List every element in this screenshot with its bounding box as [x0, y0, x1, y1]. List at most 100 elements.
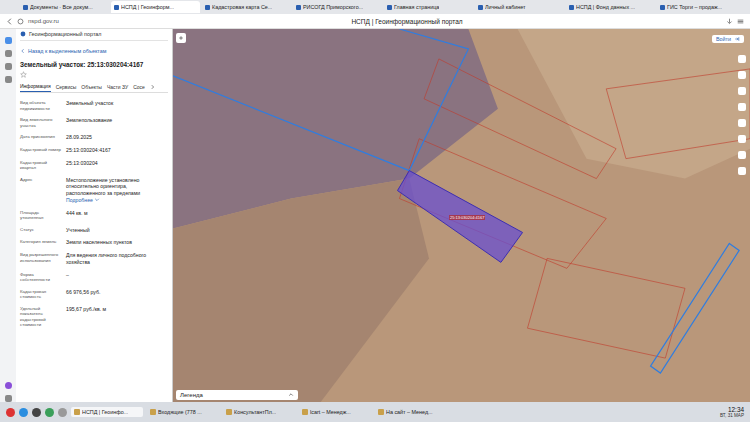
back-link[interactable]: Назад к выделенным объектам [20, 48, 168, 54]
field-value: 25:13:030204 [66, 160, 168, 171]
browser-tab[interactable]: Кадастровая карта Се... [202, 1, 291, 13]
browser-tab[interactable]: Личный кабинет [475, 1, 564, 13]
page-title: НСПД | Геоинформационный портал [92, 18, 722, 25]
parcel-label: 25:13:030204:4167 [449, 215, 485, 220]
taskbar-item[interactable]: lcart – Менедж... [299, 407, 371, 417]
field-row: Площадь уточненная444 кв. м [20, 210, 168, 221]
expand-panel-button[interactable] [176, 33, 186, 43]
panel-tab[interactable]: Информация [20, 81, 51, 92]
portal-logo-icon [20, 31, 26, 37]
field-value: – [66, 272, 168, 283]
favicon-icon [205, 5, 210, 10]
favicon-icon [23, 5, 28, 10]
collapse-icon [178, 35, 184, 41]
download-icon[interactable] [726, 18, 733, 25]
map-tool-icon[interactable] [738, 87, 746, 95]
more-link[interactable]: Подробнее [66, 197, 100, 204]
map-tool-icon[interactable] [738, 167, 746, 175]
window-icon [150, 409, 156, 415]
start-icon[interactable] [6, 408, 15, 417]
field-value: 444 кв. м [66, 210, 168, 221]
panel-tab[interactable]: Сервисы [56, 82, 77, 92]
url-field[interactable]: nspd.gov.ru [28, 18, 88, 24]
menu-icon[interactable] [737, 18, 744, 25]
taskbar-item[interactable]: КонсультантПл... [223, 407, 295, 417]
login-button[interactable]: Войти [712, 35, 744, 43]
map-controls [738, 55, 746, 175]
reload-icon[interactable] [17, 18, 24, 25]
field-value: Для ведения личного подсобного хозяйства [66, 252, 168, 266]
panel-tab[interactable]: Объекты [81, 82, 102, 92]
taskbar-item[interactable]: НСПД | Геоинфо... [71, 407, 143, 417]
alice-icon[interactable] [5, 37, 12, 44]
window-icon [226, 409, 232, 415]
browser-tab[interactable]: НСПД | Фонд данных ... [566, 1, 655, 13]
field-label: Статус [20, 227, 62, 234]
field-label: Кадастровый квартал [20, 160, 62, 171]
favicon-icon [387, 5, 392, 10]
field-row: Дата присвоения28.09.2025 [20, 134, 168, 141]
login-icon [734, 36, 740, 42]
apps-icon[interactable] [5, 76, 12, 83]
browser-tab[interactable]: Главная страница [384, 1, 473, 13]
chevron-right-icon[interactable] [150, 84, 156, 90]
field-row: Удельный показатель кадастровой стоимост… [20, 306, 168, 328]
field-row: Вид земельного участкаЗемлепользование [20, 117, 168, 128]
field-label: Вид разрешенного использования [20, 252, 62, 266]
village-area [518, 29, 750, 179]
parcel-outline[interactable] [651, 243, 740, 373]
legend-button[interactable]: Легенда [176, 390, 298, 400]
browser-sidebar [0, 29, 16, 402]
map-tool-icon[interactable] [738, 55, 746, 63]
field-row: Форма собственности– [20, 272, 168, 283]
taskbar-item[interactable]: На сайт – Менед... [375, 407, 447, 417]
settings-icon[interactable] [5, 395, 12, 402]
field-label: Удельный показатель кадастровой стоимост… [20, 306, 62, 328]
map-tool-icon[interactable] [738, 151, 746, 159]
back-icon[interactable] [6, 18, 13, 25]
field-row: Кадастровый квартал 25:13:030204 [20, 160, 168, 171]
panel-header: Геоинформационный портал [20, 31, 168, 41]
panel-tabs: Информация Сервисы Объекты Части ЗУ Сосе [20, 81, 168, 93]
telegram-icon[interactable] [19, 408, 28, 417]
field-label: Вид земельного участка [20, 117, 62, 128]
field-label: Вид объекта недвижимости [20, 100, 62, 111]
history-icon[interactable] [5, 63, 12, 70]
field-value: 25:13:030204:4167 [66, 147, 168, 154]
app-icon[interactable] [58, 408, 67, 417]
map[interactable]: 25:13:030204:4167 Войти Легенда [173, 29, 750, 402]
panel-tab[interactable]: Части ЗУ [107, 82, 128, 92]
app-icon[interactable] [45, 408, 54, 417]
chevron-up-icon [288, 392, 294, 398]
selected-parcel[interactable] [397, 171, 522, 263]
arrow-left-icon [20, 48, 26, 54]
info-panel: Геоинформационный портал Назад к выделенн… [16, 29, 173, 402]
window-icon [302, 409, 308, 415]
star-icon[interactable] [20, 71, 27, 78]
parcel-outline[interactable] [173, 29, 468, 171]
taskbar-item[interactable]: Входящие (778 ... [147, 407, 219, 417]
yandex-icon[interactable] [32, 408, 41, 417]
shore-area [173, 179, 429, 402]
map-tool-icon[interactable] [738, 103, 746, 111]
field-list: Вид объекта недвижимостиЗемельный участо… [20, 100, 168, 328]
favicon-icon [660, 5, 665, 10]
browser-tab-strip: Документы · Все докум...НСПД | Геоинформ… [0, 0, 750, 14]
object-title: Земельный участок: 25:13:030204:4167 [20, 61, 168, 68]
map-tool-icon[interactable] [738, 119, 746, 127]
field-label: Категория земель [20, 239, 62, 246]
panel-tab[interactable]: Сосе [133, 82, 145, 92]
field-row: Вид разрешенного использования Для ведени… [20, 252, 168, 266]
browser-tab[interactable]: РИСОГД Приморского... [293, 1, 382, 13]
bookmarks-icon[interactable] [5, 50, 12, 57]
browser-tab[interactable]: НСПД | Геоинформ... [111, 1, 200, 13]
field-value: 195,67 руб./кв. м [66, 306, 168, 328]
map-tool-icon[interactable] [738, 71, 746, 79]
clock[interactable]: 12:34ВТ, 31 МАР [720, 406, 744, 418]
browser-tab[interactable]: ГИС Торги – продаж... [657, 1, 746, 13]
field-value: 28.09.2025 [66, 134, 168, 141]
messenger-icon[interactable] [5, 382, 12, 389]
map-tool-icon[interactable] [738, 135, 746, 143]
browser-tab[interactable]: Документы · Все докум... [20, 1, 109, 13]
field-value: Учтенный [66, 227, 168, 234]
